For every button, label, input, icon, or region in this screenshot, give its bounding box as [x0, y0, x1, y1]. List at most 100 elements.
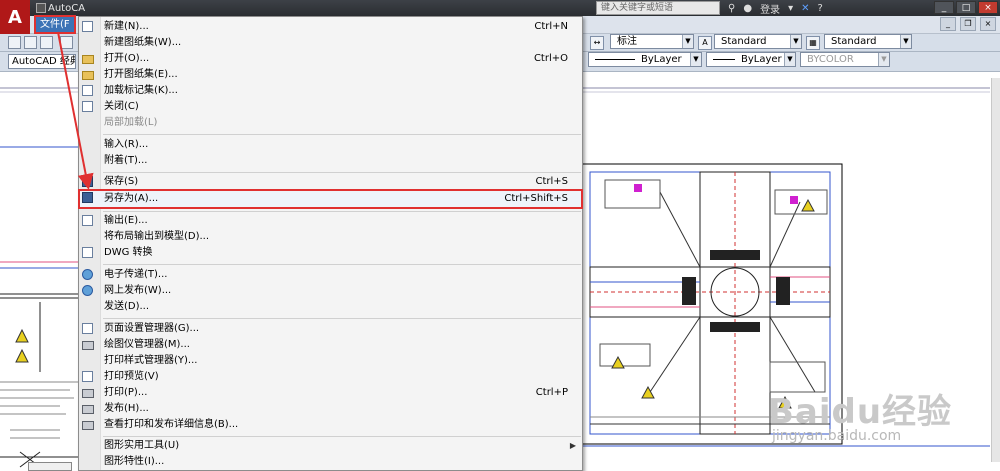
menu-item-publish-web[interactable]: 网上发布(W)...	[79, 283, 582, 299]
menu-item-open-sheetset[interactable]: 打开图纸集(E)...	[79, 67, 582, 83]
app-menu-button[interactable]: A	[0, 0, 30, 34]
line-sample	[595, 58, 635, 60]
plotstyle-select[interactable]: BYCOLOR ▼	[800, 52, 890, 67]
page-setup-icon	[82, 323, 94, 335]
publish-icon	[82, 403, 94, 415]
menu-item-save-as[interactable]: 另存为(A)... Ctrl+Shift+S	[78, 189, 583, 209]
exchange-icon[interactable]: ✕	[801, 3, 809, 14]
binoculars-icon[interactable]: ⚲	[728, 3, 735, 14]
menu-separator	[103, 211, 581, 212]
chevron-down-icon: ▼	[900, 35, 911, 48]
document-title: AutoCA	[48, 2, 86, 14]
dim-style-select[interactable]: 标注 ▼	[610, 34, 694, 49]
help-icon[interactable]: ?	[817, 3, 822, 14]
menu-item-open[interactable]: 打开(O)... Ctrl+O	[79, 51, 582, 67]
title-icons: ⚲ ● 登录 ▾ ✕ ?	[728, 1, 823, 16]
menu-item-export-layout[interactable]: 将布局输出到模型(D)...	[79, 229, 582, 245]
document-tab[interactable]: AutoCA	[36, 1, 85, 15]
baidu-watermark: Baidu经验	[768, 392, 953, 432]
table-style-select[interactable]: Standard ▼	[824, 34, 912, 49]
menu-item-drawing-properties[interactable]: 图形特性(I)...	[79, 454, 582, 470]
menu-item-partial-load: 局部加载(L)	[104, 117, 158, 128]
save-icon[interactable]	[40, 36, 53, 49]
new-icon[interactable]	[8, 36, 21, 49]
menu-item-load-markup[interactable]: 加载标记集(K)...	[79, 83, 582, 99]
print-icon	[82, 387, 94, 399]
search-input[interactable]: 键入关键字或短语	[596, 1, 720, 15]
save-as-icon	[82, 192, 94, 204]
minimize-button[interactable]: _	[934, 1, 954, 14]
menu-item-import[interactable]: 输入(R)...	[79, 137, 582, 153]
markup-icon	[82, 85, 94, 97]
line-sample	[713, 58, 735, 60]
lineweight-select[interactable]: ByLayer ▼	[706, 52, 796, 67]
menu-separator	[103, 172, 581, 173]
dim-style-value: 标注	[617, 36, 637, 47]
menu-separator	[103, 318, 581, 319]
publish-web-icon	[82, 285, 94, 297]
maximize-button[interactable]: □	[956, 1, 976, 14]
preview-icon	[82, 371, 94, 383]
menu-separator	[103, 436, 581, 437]
doc-close-button[interactable]: ×	[980, 17, 996, 31]
submenu-arrow-icon: ▶	[569, 441, 576, 450]
menu-item-new-sheetset[interactable]: 新建图纸集(W)...	[79, 35, 582, 51]
open-folder-icon	[82, 53, 94, 65]
menu-separator	[103, 134, 581, 135]
text-style-select[interactable]: Standard ▼	[714, 34, 802, 49]
lineweight-value: ByLayer	[741, 54, 782, 65]
login-link[interactable]: 登录	[760, 1, 780, 16]
print-icon[interactable]	[60, 36, 73, 49]
table-style-value: Standard	[831, 36, 877, 47]
linetype-select[interactable]: ByLayer ▼	[588, 52, 702, 67]
menu-item-close[interactable]: 关闭(C)	[79, 99, 582, 115]
close-button[interactable]: ×	[978, 1, 998, 14]
menu-separator	[103, 264, 581, 265]
menu-item-dwg-convert[interactable]: DWG 转换	[79, 245, 582, 261]
chevron-down-icon[interactable]: ▾	[788, 3, 793, 14]
baidu-watermark-url: jingyan.baidu.com	[772, 428, 902, 444]
chevron-down-icon: ▼	[790, 35, 801, 48]
menu-item-plotter-manager[interactable]: 绘图仪管理器(M)...	[79, 337, 582, 353]
menu-item-send[interactable]: 发送(D)...	[79, 299, 582, 315]
plotstyle-value: BYCOLOR	[807, 54, 854, 65]
menu-item-export[interactable]: 输出(E)...	[79, 213, 582, 229]
menu-file[interactable]: 文件(F	[34, 15, 76, 34]
workspace-select[interactable]: AutoCAD 经典	[8, 54, 76, 69]
plot-details-icon	[82, 419, 94, 431]
menu-item-publish[interactable]: 发布(H)...	[79, 401, 582, 417]
layout-tab[interactable]	[28, 462, 72, 471]
menu-item-plot-details[interactable]: 查看打印和发布详细信息(B)...	[79, 417, 582, 433]
chevron-down-icon: ▼	[784, 53, 795, 66]
table-style-icon[interactable]: ▦	[806, 36, 820, 50]
plotter-icon	[82, 339, 94, 351]
menu-item-attach[interactable]: 附着(T)...	[79, 153, 582, 169]
menu-item-etransmit[interactable]: 电子传递(T)...	[79, 267, 582, 283]
open-icon[interactable]	[24, 36, 37, 49]
menu-item-page-setup[interactable]: 页面设置管理器(G)...	[79, 321, 582, 337]
chevron-down-icon: ▼	[878, 53, 889, 66]
vertical-scrollbar[interactable]	[991, 78, 1000, 462]
dim-style-icon[interactable]: ↔	[590, 36, 604, 50]
menu-item-drawing-utilities[interactable]: 图形实用工具(U) ▶	[79, 438, 582, 454]
menu-item-plot[interactable]: 打印(P)... Ctrl+P	[79, 385, 582, 401]
text-style-value: Standard	[721, 36, 767, 47]
document-icon	[36, 3, 46, 13]
window-controls: _ □ ×	[934, 1, 998, 14]
etransmit-icon	[82, 269, 94, 281]
text-style-icon[interactable]: A	[698, 36, 712, 50]
save-icon	[82, 176, 94, 188]
sheetset-icon	[82, 69, 94, 81]
menu-item-plotstyle-manager[interactable]: 打印样式管理器(Y)...	[79, 353, 582, 369]
linetype-value: ByLayer	[641, 54, 682, 65]
doc-restore-button[interactable]: ❐	[960, 17, 976, 31]
menu-item-save[interactable]: 保存(S) Ctrl+S	[79, 174, 582, 190]
new-file-icon	[82, 21, 94, 33]
doc-minimize-button[interactable]: _	[940, 17, 956, 31]
menu-item-plot-preview[interactable]: 打印预览(V)	[79, 369, 582, 385]
file-menu: 新建(N)... Ctrl+N 新建图纸集(W)... 打开(O)... Ctr…	[78, 16, 583, 471]
menu-item-new[interactable]: 新建(N)... Ctrl+N	[79, 19, 582, 35]
title-bar: AutoCA 键入关键字或短语 ⚲ ● 登录 ▾ ✕ ? _ □ ×	[0, 0, 1000, 16]
export-icon	[82, 215, 94, 227]
autocad-logo-icon: A	[8, 6, 22, 28]
